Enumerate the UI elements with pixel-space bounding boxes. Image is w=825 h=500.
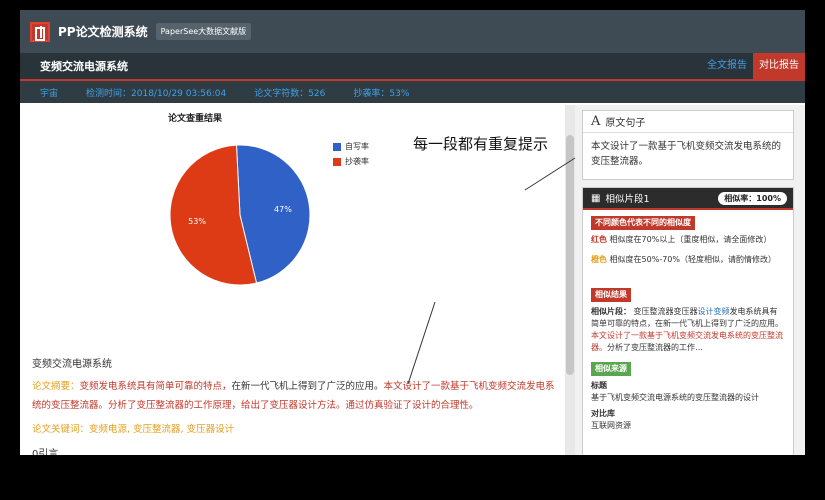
legend-swatch-plagiarized xyxy=(333,157,341,166)
abstract-sentence-2[interactable]: 在新一代飞机上得到了广泛的应用。 xyxy=(232,381,384,392)
orange-legend: 橙色 相似度在50%-70%（轻度相似，请酌情修改） xyxy=(591,255,776,264)
original-sentence-title: 原文句子 xyxy=(605,118,646,129)
char-count: 论文字符数：526 xyxy=(254,88,326,99)
pie-label-1: 53% xyxy=(188,217,206,226)
abstract-sentence-1[interactable]: 变频发电系统具有简单可靠的特点， xyxy=(80,381,232,392)
keywords-value: 变频电源, 变压整流器, 变压器设计 xyxy=(89,424,235,435)
full-report-tab[interactable]: 全文报告 xyxy=(707,53,747,79)
pie-chart: 47% 53% xyxy=(169,144,311,286)
app-window: PP论文检测系统 PaperSee大数据文献版 变频交流电源系统 全文报告 对比… xyxy=(20,10,805,455)
document-bar: 变频交流电源系统 全文报告 对比报告 xyxy=(20,53,805,81)
abstract-sentence-4[interactable]: 分析了变压整流器的工作原理，给出了变压器设计方法。通过仿真验证了设计的合理性。 xyxy=(108,400,479,411)
detail-panel: A 原文句子 本文设计了一款基于飞机变频交流发电系统的变压整流器。 ▦ 相似片段… xyxy=(575,105,805,455)
source-library-value: 互联网资源 xyxy=(591,421,631,430)
chart-legend: 自写率 抄袭率 xyxy=(333,141,369,171)
plagiarism-rate: 抄袭率：53% xyxy=(353,88,410,99)
legend-item-plagiarized: 抄袭率 xyxy=(333,156,369,167)
legend-item-self: 自写率 xyxy=(333,141,369,152)
keywords-line[interactable]: 论文关键词：变频电源, 变压整流器, 变压器设计 xyxy=(32,421,234,435)
report-content: 论文查重结果 47% 53% 自写率 抄袭率 变频交流电源系统 论文摘要：变频发电… xyxy=(20,105,575,455)
similar-fragment-text: 相似片段： 变压整流器变压器设计变频发电系统具有简单可靠的特点，在新一代飞机上得… xyxy=(591,307,783,352)
similar-fragment-header: ▦ 相似片段1 相似率：100% xyxy=(583,188,793,210)
list-icon: ▦ xyxy=(591,192,601,204)
source-title-value: 基于飞机变频交流电源系统的变压整流器的设计 xyxy=(591,393,759,402)
red-legend: 红色 相似度在70%以上（重度相似，请全面修改） xyxy=(591,235,772,244)
intro-heading: 0引言 xyxy=(32,449,59,455)
legend-label-plagiarized: 抄袭率 xyxy=(345,157,369,166)
edition-badge: PaperSee大数据文献版 xyxy=(155,23,252,40)
document-title: 变频交流电源系统 xyxy=(40,60,128,73)
logo-icon xyxy=(30,21,50,42)
top-bar: PP论文检测系统 PaperSee大数据文献版 xyxy=(20,10,805,53)
legend-label-self: 自写率 xyxy=(345,142,369,151)
check-time: 检测时间：2018/10/29 03:56:04 xyxy=(86,88,227,99)
similarity-rate-badge: 相似率：100% xyxy=(718,192,787,205)
chart-title: 论文查重结果 xyxy=(168,114,223,124)
app-title: PP论文检测系统 xyxy=(58,25,148,39)
info-bar: 宇宙 检测时间：2018/10/29 03:56:04 论文字符数：526 抄袭… xyxy=(20,81,805,103)
font-a-icon: A xyxy=(591,114,601,129)
compare-report-tab[interactable]: 对比报告 xyxy=(753,53,805,79)
similar-fragment-card: ▦ 相似片段1 相似率：100% 不同颜色代表不同的相似度 红色 相似度在70%… xyxy=(582,187,794,455)
keywords-tag: 论文关键词： xyxy=(32,424,90,435)
scroll-thumb[interactable] xyxy=(566,135,574,375)
source-library-label: 对比库 xyxy=(591,409,615,418)
source-title-label: 标题 xyxy=(591,381,607,390)
level-label: 宇宙 xyxy=(40,88,59,99)
similar-result-badge: 相似结果 xyxy=(591,288,631,302)
pie-label-0: 47% xyxy=(274,205,292,214)
annotation-text: 每一段都有重复提示 xyxy=(413,135,549,153)
similar-fragment-body: 不同颜色代表不同的相似度 红色 相似度在70%以上（重度相似，请全面修改） 橙色… xyxy=(583,210,793,446)
legend-swatch-self xyxy=(333,142,341,151)
similar-source-badge: 相似来源 xyxy=(591,362,631,376)
similar-fragment-title: 相似片段1 xyxy=(605,194,650,205)
original-sentence-card: A 原文句子 本文设计了一款基于飞机变频交流发电系统的变压整流器。 xyxy=(582,110,794,180)
color-legend-badge: 不同颜色代表不同的相似度 xyxy=(591,216,695,230)
original-sentence-text: 本文设计了一款基于飞机变频交流发电系统的变压整流器。 xyxy=(591,141,782,167)
abstract-tag: 论文摘要： xyxy=(32,381,80,392)
original-sentence-header: A 原文句子 xyxy=(583,111,793,133)
content-scrollbar[interactable] xyxy=(565,105,575,455)
abstract-paragraph[interactable]: 论文摘要：变频发电系统具有简单可靠的特点，在新一代飞机上得到了广泛的应用。本文设… xyxy=(32,377,562,415)
section-title: 变频交流电源系统 xyxy=(32,359,112,370)
